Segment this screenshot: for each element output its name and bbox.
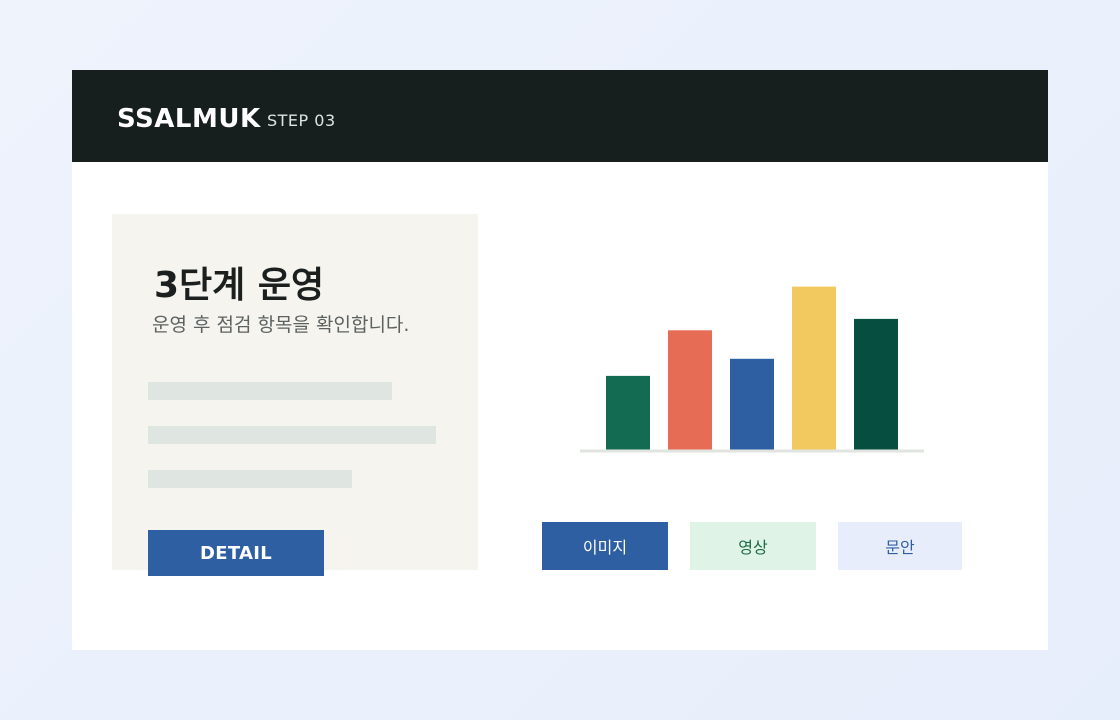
panel-subtitle: 운영 후 점검 항목을 확인합니다. [152,314,410,336]
placeholder-line [148,470,352,488]
tag-image-button[interactable]: 이미지 [542,522,668,570]
tag-copy-button[interactable]: 문안 [838,522,962,570]
tag-video-button[interactable]: 영상 [690,522,816,570]
chart-bar-1 [606,375,650,450]
placeholder-line [148,382,392,400]
main-window: SSALMUK STEP 03 3단계 운영 운영 후 점검 항목을 확인합니다… [72,70,1048,650]
step-indicator: STEP 03 [267,111,336,130]
chart-bar-2 [668,330,712,450]
detail-button[interactable]: DETAIL [148,530,324,576]
bar-chart [580,286,924,453]
chart-bar-3 [730,358,774,450]
placeholder-line [148,426,436,444]
info-panel: 3단계 운영 운영 후 점검 항목을 확인합니다. [112,214,478,570]
chart-bar-5 [854,318,898,450]
panel-title: 3단계 운영 [154,265,325,306]
brand-logo[interactable]: SSALMUK [117,104,261,134]
chart-bar-4 [792,286,836,450]
top-bar: SSALMUK STEP 03 [72,70,1048,162]
